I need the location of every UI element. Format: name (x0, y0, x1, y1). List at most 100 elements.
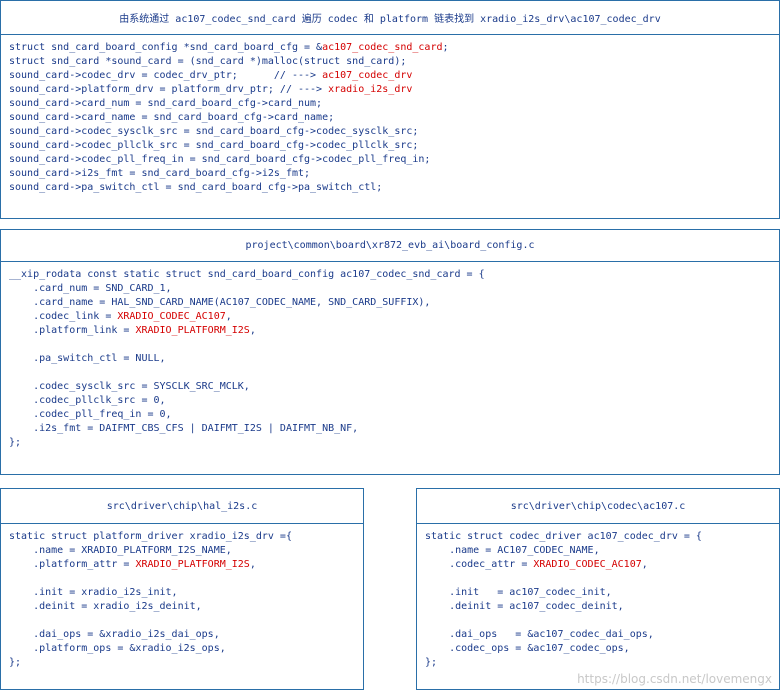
code-line: static struct platform_driver xradio_i2s… (9, 530, 363, 544)
code-text: .deinit = ac107_codec_deinit, (425, 601, 624, 612)
code-line: .platform_attr = XRADIO_PLATFORM_I2S, (9, 558, 363, 572)
code-line: .card_name = HAL_SND_CARD_NAME(AC107_COD… (9, 296, 779, 310)
code-text: , (249, 325, 256, 336)
watermark: https://blog.csdn.net/lovemengx (577, 672, 772, 686)
code-line: .codec_attr = XRADIO_CODEC_AC107, (425, 558, 779, 572)
code-line: .init = xradio_i2s_init, (9, 586, 363, 600)
code-line: sound_card->codec_sysclk_src = snd_card_… (9, 125, 779, 139)
code-line: .deinit = ac107_codec_deinit, (425, 600, 779, 614)
code-line: sound_card->codec_drv = codec_drv_ptr; /… (9, 69, 779, 83)
code-line: }; (9, 656, 363, 670)
code-text: .name = XRADIO_PLATFORM_I2S_NAME, (9, 545, 232, 556)
code-line: }; (425, 656, 779, 670)
code-line: .init = ac107_codec_init, (425, 586, 779, 600)
code-line: .deinit = xradio_i2s_deinit, (9, 600, 363, 614)
code-text: .codec_ops = &ac107_codec_ops, (425, 643, 630, 654)
code-text: .codec_pll_freq_in = 0, (9, 409, 172, 420)
board-config-box: project\common\board\xr872_evb_ai\board_… (0, 229, 780, 475)
code-line: .dai_ops = &xradio_i2s_dai_ops, (9, 628, 363, 642)
code-text: .platform_ops = &xradio_i2s_ops, (9, 643, 226, 654)
code-line: sound_card->codec_pll_freq_in = snd_card… (9, 153, 779, 167)
sound-card-init-box: 由系统通过 ac107_codec_snd_card 遍历 codec 和 pl… (0, 0, 780, 219)
code-text: .card_num = SND_CARD_1, (9, 283, 172, 294)
code-text: .platform_link = (9, 325, 136, 336)
code-text: .codec_attr = (425, 559, 534, 570)
code-text: .platform_attr = (9, 559, 136, 570)
code-text: , (225, 311, 232, 322)
code-text: sound_card->pa_switch_ctl = snd_card_boa… (9, 182, 383, 193)
code-line: .codec_pll_freq_in = 0, (9, 408, 779, 422)
code-line: sound_card->card_num = snd_card_board_cf… (9, 97, 779, 111)
code-text: static struct platform_driver xradio_i2s… (9, 531, 292, 542)
code-line: .name = AC107_CODEC_NAME, (425, 544, 779, 558)
code-text: .init = ac107_codec_init, (425, 587, 612, 598)
hal-i2s-box: src\driver\chip\hal_i2s.c static struct … (0, 488, 364, 690)
highlighted-identifier: ac107_codec_drv (322, 70, 413, 81)
board-config-code: __xip_rodata const static struct snd_car… (1, 262, 779, 450)
code-text: __xip_rodata const static struct snd_car… (9, 269, 485, 280)
code-line: __xip_rodata const static struct snd_car… (9, 268, 779, 282)
code-text: .dai_ops = &xradio_i2s_dai_ops, (9, 629, 220, 640)
code-text: sound_card->platform_drv = platform_drv_… (9, 84, 329, 95)
highlighted-identifier: ac107_codec_snd_card (322, 42, 443, 53)
board-config-title: project\common\board\xr872_evb_ai\board_… (1, 230, 779, 262)
code-line: sound_card->codec_pllclk_src = snd_card_… (9, 139, 779, 153)
code-line: .card_num = SND_CARD_1, (9, 282, 779, 296)
code-text: .pa_switch_ctl = NULL, (9, 353, 166, 364)
highlighted-identifier: xradio_i2s_drv (328, 84, 413, 95)
code-text: }; (425, 657, 438, 668)
code-line: .i2s_fmt = DAIFMT_CBS_CFS | DAIFMT_I2S |… (9, 422, 779, 436)
code-line: .dai_ops = &ac107_codec_dai_ops, (425, 628, 779, 642)
code-line: .codec_link = XRADIO_CODEC_AC107, (9, 310, 779, 324)
code-text: .init = xradio_i2s_init, (9, 587, 178, 598)
code-line: .name = XRADIO_PLATFORM_I2S_NAME, (9, 544, 363, 558)
code-line: struct snd_card *sound_card = (snd_card … (9, 55, 779, 69)
code-text: sound_card->codec_drv = codec_drv_ptr; /… (9, 70, 323, 81)
ac107-code: static struct codec_driver ac107_codec_d… (417, 524, 779, 670)
highlighted-identifier: XRADIO_PLATFORM_I2S (135, 325, 250, 336)
ac107-title: src\driver\chip\codec\ac107.c (417, 489, 779, 524)
code-line: sound_card->card_name = snd_card_board_c… (9, 111, 779, 125)
code-text: static struct codec_driver ac107_codec_d… (425, 531, 702, 542)
code-text: sound_card->codec_pllclk_src = snd_card_… (9, 140, 419, 151)
code-text: sound_card->card_num = snd_card_board_cf… (9, 98, 323, 109)
code-line: sound_card->pa_switch_ctl = snd_card_boa… (9, 181, 779, 195)
code-line: }; (9, 436, 779, 450)
code-text: .codec_sysclk_src = SYSCLK_SRC_MCLK, (9, 381, 250, 392)
sound-card-init-title: 由系统通过 ac107_codec_snd_card 遍历 codec 和 pl… (1, 1, 779, 35)
highlighted-identifier: XRADIO_CODEC_AC107 (533, 559, 642, 570)
code-line: .pa_switch_ctl = NULL, (9, 352, 779, 366)
code-text: }; (9, 437, 22, 448)
code-text: sound_card->card_name = snd_card_board_c… (9, 112, 335, 123)
highlighted-identifier: XRADIO_CODEC_AC107 (117, 311, 226, 322)
code-text: , (641, 559, 648, 570)
highlighted-identifier: XRADIO_PLATFORM_I2S (135, 559, 250, 570)
code-text: sound_card->i2s_fmt = snd_card_board_cfg… (9, 168, 311, 179)
code-text: sound_card->codec_sysclk_src = snd_card_… (9, 126, 419, 137)
code-line: sound_card->i2s_fmt = snd_card_board_cfg… (9, 167, 779, 181)
hal-i2s-title: src\driver\chip\hal_i2s.c (1, 489, 363, 524)
code-line: .codec_ops = &ac107_codec_ops, (425, 642, 779, 656)
sound-card-init-code: struct snd_card_board_config *snd_card_b… (1, 35, 779, 195)
code-text: , (249, 559, 256, 570)
code-text: .card_name = HAL_SND_CARD_NAME(AC107_COD… (9, 297, 431, 308)
code-text: .i2s_fmt = DAIFMT_CBS_CFS | DAIFMT_I2S |… (9, 423, 359, 434)
code-text: .name = AC107_CODEC_NAME, (425, 545, 600, 556)
code-line: .codec_sysclk_src = SYSCLK_SRC_MCLK, (9, 380, 779, 394)
code-text: ; (442, 42, 449, 53)
code-line: static struct codec_driver ac107_codec_d… (425, 530, 779, 544)
code-text: sound_card->codec_pll_freq_in = snd_card… (9, 154, 431, 165)
code-text: .codec_pllclk_src = 0, (9, 395, 166, 406)
code-text: .codec_link = (9, 311, 118, 322)
ac107-box: src\driver\chip\codec\ac107.c static str… (416, 488, 780, 690)
code-text: struct snd_card_board_config *snd_card_b… (9, 42, 323, 53)
hal-i2s-code: static struct platform_driver xradio_i2s… (1, 524, 363, 670)
code-text: .dai_ops = &ac107_codec_dai_ops, (425, 629, 654, 640)
code-text: struct snd_card *sound_card = (snd_card … (9, 56, 407, 67)
